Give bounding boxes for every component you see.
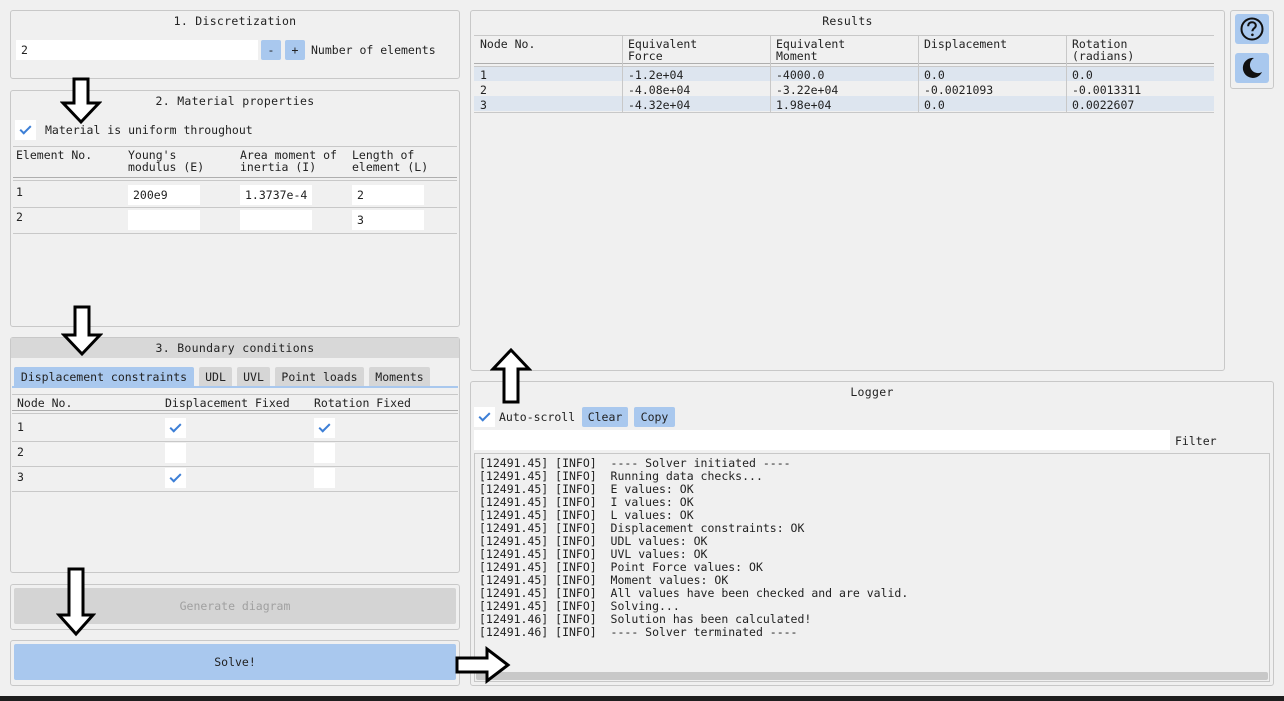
- results-cell: -0.0013311: [1072, 83, 1142, 97]
- results-cell: 1.98e+04: [776, 98, 832, 112]
- results-cell: 0.0: [924, 98, 945, 112]
- results-cell: 2: [480, 83, 487, 97]
- arrow-right-icon: [455, 646, 511, 684]
- filter-label: Filter: [1175, 434, 1217, 448]
- displacement-fixed-checkbox-3[interactable]: [165, 468, 186, 488]
- logger-title: Logger: [850, 385, 894, 399]
- question-circle-icon: [1240, 17, 1264, 41]
- results-cell: 0.0022607: [1072, 98, 1135, 112]
- results-cell: 0.0: [1072, 68, 1093, 82]
- bottom-edge: [0, 696, 1284, 701]
- check-icon: [19, 122, 32, 135]
- decrement-button[interactable]: -: [261, 40, 281, 60]
- boundary-header-node: Node No.: [17, 396, 73, 410]
- discretization-title: 1. Discretization: [173, 14, 297, 28]
- results-header-force: Equivalent Force: [628, 37, 698, 63]
- results-cell: 1: [480, 68, 487, 82]
- results-cell: -3.22e+04: [776, 83, 839, 97]
- arrow-down-icon: [61, 305, 103, 357]
- length-input-1[interactable]: [352, 185, 424, 205]
- area-moment-input-1[interactable]: [240, 185, 312, 205]
- results-title: Results: [822, 14, 873, 28]
- material-row-1-no: 1: [16, 185, 23, 199]
- moon-icon: [1242, 57, 1262, 78]
- youngs-modulus-input-1[interactable]: [128, 185, 200, 205]
- autoscroll-label: Auto-scroll: [499, 410, 576, 424]
- material-panel: 2. Material properties Material is unifo…: [10, 90, 460, 327]
- rotation-fixed-checkbox-1[interactable]: [314, 418, 335, 438]
- theme-toggle-button[interactable]: [1235, 53, 1269, 83]
- results-header-rotation: Rotation (radians): [1072, 37, 1135, 63]
- check-icon: [169, 470, 182, 483]
- boundary-header-rotation: Rotation Fixed: [314, 396, 411, 410]
- tab-displacement-constraints[interactable]: Displacement constraints: [14, 367, 194, 387]
- clear-button[interactable]: Clear: [582, 407, 628, 427]
- tab-udl[interactable]: UDL: [199, 367, 232, 387]
- number-of-elements-input[interactable]: [16, 40, 258, 60]
- filter-input[interactable]: [474, 430, 1170, 450]
- check-icon: [478, 409, 491, 422]
- results-cell: -4000.0: [776, 68, 825, 82]
- discretization-panel: 1. Discretization - + Number of elements: [10, 10, 460, 79]
- material-row-2-no: 2: [16, 210, 23, 224]
- increment-button[interactable]: +: [285, 40, 305, 60]
- area-moment-input-2[interactable]: [240, 210, 312, 230]
- autoscroll-checkbox[interactable]: [474, 407, 495, 427]
- arrow-down-icon: [60, 77, 102, 125]
- results-cell: -0.0021093: [924, 83, 994, 97]
- uniform-material-label: Material is uniform throughout: [45, 123, 253, 137]
- check-icon: [318, 420, 331, 433]
- tab-point-loads[interactable]: Point loads: [275, 367, 364, 387]
- rotation-fixed-checkbox-2[interactable]: [314, 443, 335, 463]
- results-header-node: Node No.: [480, 37, 536, 51]
- results-cell: -4.32e+04: [628, 98, 691, 112]
- solve-button[interactable]: Solve!: [14, 644, 456, 680]
- check-icon: [169, 420, 182, 433]
- results-cell: 0.0: [924, 68, 945, 82]
- log-output: [12491.45] [INFO] ---- Solver initiated …: [474, 453, 1270, 682]
- boundary-row-1-node: 1: [17, 420, 24, 434]
- log-horizontal-scrollbar[interactable]: [476, 672, 1268, 680]
- results-cell: -4.08e+04: [628, 83, 691, 97]
- boundary-row-2-node: 2: [17, 445, 24, 459]
- material-header-length: Length of element (L): [352, 148, 429, 174]
- arrow-up-icon: [490, 347, 532, 404]
- material-header-element-no: Element No.: [16, 148, 93, 162]
- results-header-displacement: Displacement: [924, 37, 1008, 51]
- youngs-modulus-input-2[interactable]: [128, 210, 200, 230]
- length-input-2[interactable]: [352, 210, 424, 230]
- tab-moments[interactable]: Moments: [369, 367, 430, 387]
- log-line: [12491.46] [INFO] ---- Solver terminated…: [479, 625, 798, 639]
- displacement-fixed-checkbox-1[interactable]: [165, 418, 186, 438]
- material-header-area-moment: Area moment of inertia (I): [240, 148, 337, 174]
- results-header-moment: Equivalent Moment: [776, 37, 846, 63]
- rotation-fixed-checkbox-3[interactable]: [314, 468, 335, 488]
- material-header-youngs-modulus: Young's modulus (E): [128, 148, 205, 174]
- results-panel: Results: [470, 10, 1225, 371]
- displacement-fixed-checkbox-2[interactable]: [165, 443, 186, 463]
- copy-button[interactable]: Copy: [634, 407, 675, 427]
- arrow-down-icon: [56, 567, 96, 637]
- results-cell: 3: [480, 98, 487, 112]
- tab-uvl[interactable]: UVL: [237, 367, 270, 387]
- boundary-header-displacement: Displacement Fixed: [165, 396, 290, 410]
- boundary-row-3-node: 3: [17, 470, 24, 484]
- help-button[interactable]: [1235, 14, 1269, 44]
- results-cell: -1.2e+04: [628, 68, 684, 82]
- number-of-elements-label: Number of elements: [311, 43, 436, 57]
- uniform-material-checkbox[interactable]: [15, 120, 36, 140]
